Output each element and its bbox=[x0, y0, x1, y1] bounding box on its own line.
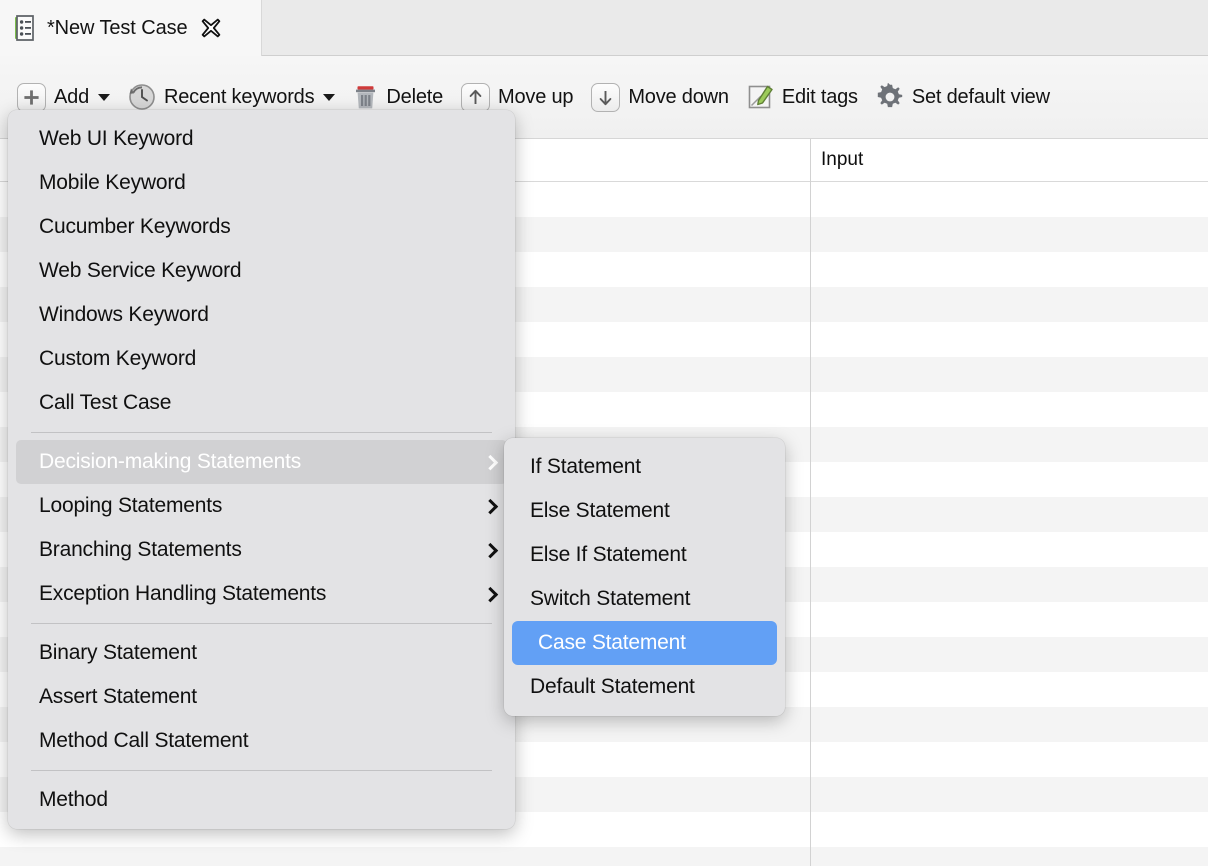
chevron-down-icon[interactable] bbox=[98, 94, 110, 101]
submenu-item-else-if-statement[interactable]: Else If Statement bbox=[504, 533, 785, 577]
submenu-item-label: Case Statement bbox=[538, 631, 686, 655]
menu-item-method[interactable]: Method bbox=[8, 778, 515, 822]
set-default-view-label: Set default view bbox=[912, 86, 1050, 109]
arrow-up-icon bbox=[461, 83, 490, 112]
submenu-item-label: Switch Statement bbox=[530, 587, 690, 611]
menu-item-label: Cucumber Keywords bbox=[39, 215, 231, 239]
menu-item-label: Windows Keyword bbox=[39, 303, 209, 327]
menu-item-label: Call Test Case bbox=[39, 391, 171, 415]
menu-separator bbox=[31, 432, 492, 433]
test-case-icon bbox=[12, 14, 38, 42]
chevron-right-icon bbox=[483, 455, 499, 471]
menu-item-label: Branching Statements bbox=[39, 538, 242, 562]
menu-item-label: Method bbox=[39, 788, 108, 812]
submenu-item-if-statement[interactable]: If Statement bbox=[504, 445, 785, 489]
menu-item-label: Looping Statements bbox=[39, 494, 222, 518]
chevron-right-icon bbox=[483, 587, 499, 603]
recent-keywords-label: Recent keywords bbox=[164, 86, 314, 109]
submenu-item-switch-statement[interactable]: Switch Statement bbox=[504, 577, 785, 621]
edit-tags-button[interactable]: Edit tags bbox=[747, 75, 858, 119]
menu-item-web-service-keyword[interactable]: Web Service Keyword bbox=[8, 249, 515, 293]
menu-item-label: Decision-making Statements bbox=[39, 450, 301, 474]
arrow-down-icon bbox=[591, 83, 620, 112]
table-row[interactable] bbox=[0, 847, 1208, 866]
table-header-input[interactable]: Input bbox=[810, 139, 1208, 182]
clock-history-icon bbox=[128, 83, 156, 111]
menu-item-method-call-statement[interactable]: Method Call Statement bbox=[8, 719, 515, 763]
tab-title: *New Test Case bbox=[47, 17, 188, 40]
move-up-label: Move up bbox=[498, 86, 573, 109]
menu-item-label: Exception Handling Statements bbox=[39, 582, 326, 606]
menu-item-windows-keyword[interactable]: Windows Keyword bbox=[8, 293, 515, 337]
menu-item-label: Method Call Statement bbox=[39, 729, 248, 753]
column-divider bbox=[810, 139, 811, 866]
menu-item-label: Binary Statement bbox=[39, 641, 197, 665]
menu-separator bbox=[31, 623, 492, 624]
submenu-item-else-statement[interactable]: Else Statement bbox=[504, 489, 785, 533]
tab-new-test-case[interactable]: *New Test Case bbox=[0, 0, 262, 56]
add-label: Add bbox=[54, 86, 89, 109]
submenu-item-label: If Statement bbox=[530, 455, 641, 479]
submenu-item-label: Default Statement bbox=[530, 675, 695, 699]
close-x-icon[interactable] bbox=[200, 17, 222, 39]
submenu-item-label: Else If Statement bbox=[530, 543, 687, 567]
menu-item-cucumber-keywords[interactable]: Cucumber Keywords bbox=[8, 205, 515, 249]
chevron-right-icon bbox=[483, 499, 499, 515]
menu-item-label: Web UI Keyword bbox=[39, 127, 193, 151]
menu-item-exception-handling-statements[interactable]: Exception Handling Statements bbox=[8, 572, 515, 616]
katalon-test-case-editor: *New Test Case Add bbox=[0, 0, 1208, 866]
menu-item-assert-statement[interactable]: Assert Statement bbox=[8, 675, 515, 719]
plus-icon bbox=[17, 83, 46, 112]
delete-label: Delete bbox=[386, 86, 443, 109]
menu-item-label: Mobile Keyword bbox=[39, 171, 186, 195]
add-dropdown-menu[interactable]: Web UI Keyword Mobile Keyword Cucumber Key… bbox=[8, 110, 515, 829]
menu-item-mobile-keyword[interactable]: Mobile Keyword bbox=[8, 161, 515, 205]
chevron-right-icon bbox=[483, 543, 499, 559]
menu-item-looping-statements[interactable]: Looping Statements bbox=[8, 484, 515, 528]
menu-item-decision-making-statements[interactable]: Decision-making Statements bbox=[16, 440, 507, 484]
set-default-view-button[interactable]: Set default view bbox=[876, 75, 1050, 119]
submenu-item-case-statement[interactable]: Case Statement bbox=[512, 621, 777, 665]
move-down-button[interactable]: Move down bbox=[591, 75, 728, 119]
trash-icon bbox=[353, 83, 378, 111]
edit-tags-label: Edit tags bbox=[782, 86, 858, 109]
menu-item-web-ui-keyword[interactable]: Web UI Keyword bbox=[8, 117, 515, 161]
menu-item-label: Web Service Keyword bbox=[39, 259, 241, 283]
submenu-item-label: Else Statement bbox=[530, 499, 670, 523]
menu-item-call-test-case[interactable]: Call Test Case bbox=[8, 381, 515, 425]
decision-making-submenu[interactable]: If Statement Else Statement Else If Statem… bbox=[504, 438, 785, 716]
chevron-down-icon[interactable] bbox=[323, 94, 335, 101]
tab-bar: *New Test Case bbox=[0, 0, 1208, 56]
menu-item-branching-statements[interactable]: Branching Statements bbox=[8, 528, 515, 572]
menu-item-label: Assert Statement bbox=[39, 685, 197, 709]
menu-item-custom-keyword[interactable]: Custom Keyword bbox=[8, 337, 515, 381]
gear-icon bbox=[876, 83, 904, 111]
menu-item-binary-statement[interactable]: Binary Statement bbox=[8, 631, 515, 675]
move-down-label: Move down bbox=[628, 86, 728, 109]
submenu-item-default-statement[interactable]: Default Statement bbox=[504, 665, 785, 709]
menu-separator bbox=[31, 770, 492, 771]
menu-item-label: Custom Keyword bbox=[39, 347, 196, 371]
pencil-edit-icon bbox=[747, 83, 774, 111]
